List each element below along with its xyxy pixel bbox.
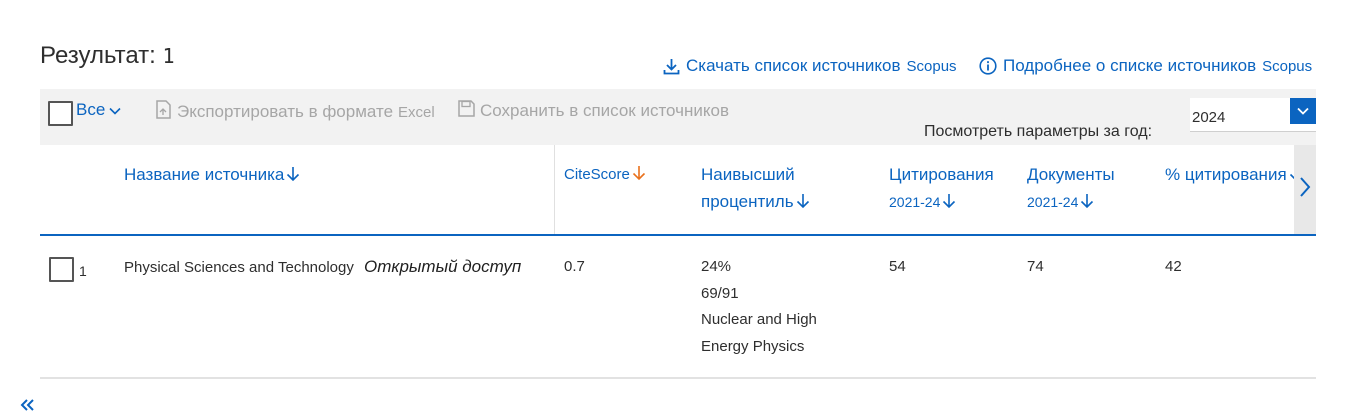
info-icon	[979, 57, 997, 75]
select-all-dropdown[interactable]: Все	[76, 100, 121, 120]
year-dropdown-button[interactable]	[1290, 98, 1316, 124]
source-list-info-link[interactable]: Подробнее о списке источников Scopus	[979, 56, 1312, 76]
source-title-link[interactable]: Physical Sciences and Technology	[124, 259, 354, 276]
first-page-button[interactable]	[20, 398, 36, 416]
select-all-label: Все	[76, 100, 106, 119]
save-to-source-list-button[interactable]: Сохранить в список источников	[458, 100, 729, 122]
rank-value: 69/91	[701, 284, 739, 302]
source-title-header-label: Название источника	[124, 165, 285, 184]
table-row-source: Physical Sciences and Technology Открыты…	[124, 254, 521, 282]
chevron-down-icon	[1297, 102, 1309, 120]
percentile-header-line2: процентиль	[701, 192, 794, 211]
sort-arrow-down-icon	[1080, 190, 1094, 217]
citations-value: 54	[889, 258, 906, 275]
double-chevron-left-icon	[20, 398, 36, 415]
sort-arrow-down-icon	[942, 190, 956, 217]
highest-percentile-cell: 24% 69/91 Nuclear and High Energy Physic…	[701, 254, 817, 360]
save-label: Сохранить в список источников	[480, 101, 729, 120]
sort-arrow-down-active-icon	[632, 163, 646, 190]
info-link-text: Подробнее о списке источников	[1003, 56, 1257, 75]
chevron-down-icon	[109, 100, 121, 120]
row-divider	[40, 377, 1316, 379]
category-line2: Energy Physics	[701, 337, 805, 355]
year-select-label: Посмотреть параметры за год:	[924, 123, 1153, 140]
documents-value: 74	[1027, 258, 1044, 275]
percent-cited-header-label: % цитирования	[1165, 165, 1287, 184]
table-header-divider	[40, 234, 1316, 236]
documents-header-range: 2021-24	[1027, 194, 1079, 210]
info-link-suffix: Scopus	[1262, 57, 1313, 75]
column-header-citescore[interactable]: CiteScore	[564, 161, 646, 190]
citescore-header-label: CiteScore	[564, 166, 630, 183]
percentile-value: 24%	[701, 258, 732, 275]
category-line1: Nuclear and High	[701, 311, 817, 328]
open-access-badge: Открытый доступ	[364, 257, 522, 276]
download-link-suffix: Scopus	[906, 57, 957, 75]
percentile-header-line1: Наивысший	[701, 165, 795, 184]
row-select-checkbox[interactable]	[49, 257, 74, 282]
documents-header-label: Документы	[1027, 165, 1115, 184]
save-icon	[458, 100, 475, 122]
export-suffix: Excel	[398, 103, 435, 121]
citations-header-range: 2021-24	[889, 194, 941, 210]
year-select[interactable]: 2024	[1190, 98, 1316, 132]
export-label: Экспортировать в формате	[177, 102, 394, 121]
download-source-list-link[interactable]: Скачать список источников Scopus	[663, 56, 957, 76]
export-excel-button[interactable]: Экспортировать в формате Excel	[155, 100, 435, 124]
export-icon	[155, 100, 172, 124]
column-header-highest-percentile[interactable]: Наивысший процентиль	[701, 161, 810, 217]
column-header-citations[interactable]: Цитирования 2021-24	[889, 161, 994, 217]
row-index: 1	[79, 263, 87, 279]
year-select-value: 2024	[1192, 109, 1226, 126]
citescore-value: 0.7	[564, 258, 585, 275]
select-all-checkbox[interactable]	[48, 101, 73, 126]
download-icon	[663, 58, 680, 75]
citations-header-label: Цитирования	[889, 165, 994, 184]
chevron-right-icon	[1299, 176, 1311, 203]
results-title: Результат: 1	[40, 42, 175, 70]
download-link-text: Скачать список источников	[686, 56, 901, 75]
results-count: 1	[162, 44, 175, 68]
table-scroll-right-button[interactable]	[1294, 145, 1316, 234]
column-header-source-title[interactable]: Название источника	[124, 161, 300, 190]
column-header-documents[interactable]: Документы 2021-24	[1027, 161, 1115, 217]
percent-cited-value: 42	[1165, 258, 1182, 275]
sort-arrow-down-icon	[796, 190, 810, 217]
results-label: Результат:	[40, 42, 156, 69]
sort-arrow-down-icon	[286, 163, 300, 190]
column-header-percent-cited[interactable]: % цитирования	[1165, 161, 1303, 190]
column-divider	[554, 145, 555, 235]
